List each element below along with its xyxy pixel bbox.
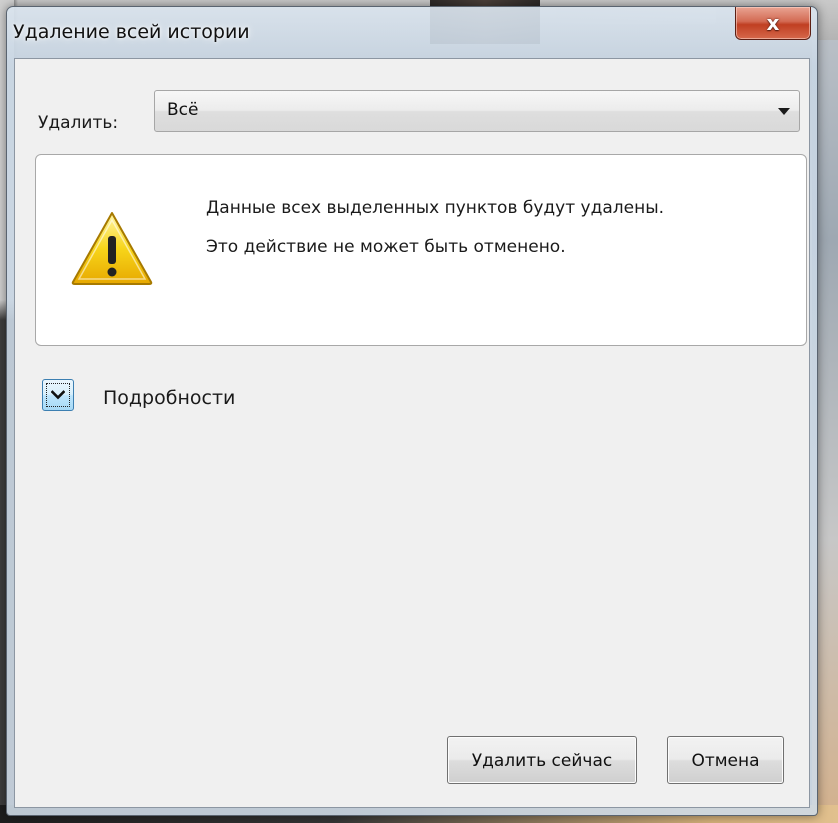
clear-history-dialog: Удаление всей истории x Удалить: Всё Дан…	[6, 6, 818, 816]
warning-icon	[71, 212, 153, 285]
close-button[interactable]: x	[735, 7, 811, 40]
delete-now-button[interactable]: Удалить сейчас	[447, 736, 637, 784]
time-range-label: Удалить:	[38, 113, 119, 133]
warning-message-line: Данные всех выделенных пунктов будут уда…	[206, 198, 665, 218]
warning-irreversible-note: Это действие не может быть отменено.	[206, 237, 566, 257]
title-bar[interactable]: Удаление всей истории x	[7, 7, 817, 57]
details-label[interactable]: Подробности	[103, 387, 235, 409]
window-title: Удаление всей истории	[13, 21, 250, 43]
dialog-client-area: Удалить: Всё Данные всех выделенных пунк…	[14, 58, 810, 808]
warning-panel: Данные всех выделенных пунктов будут уда…	[35, 154, 807, 346]
close-icon: x	[766, 11, 780, 35]
chevron-down-icon	[51, 390, 65, 400]
dropdown-arrow-icon	[778, 108, 790, 115]
time-range-dropdown[interactable]: Всё	[154, 90, 800, 132]
warning-message: Данные всех выделенных пунктов будут уда…	[206, 193, 766, 263]
cancel-button[interactable]: Отмена	[667, 736, 784, 784]
time-range-selected-value: Всё	[167, 100, 199, 120]
details-toggle-button[interactable]	[42, 379, 74, 411]
